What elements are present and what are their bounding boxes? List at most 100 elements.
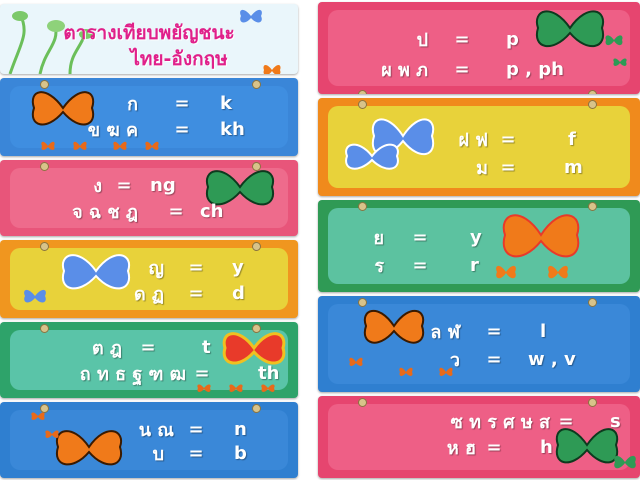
ring-hole bbox=[40, 162, 49, 171]
thai-letters: ง bbox=[93, 175, 102, 197]
title-panel: ตารางเทียบพยัญชนะ ไทย-อังกฤษ bbox=[0, 4, 298, 74]
roman-letters: h bbox=[540, 436, 553, 458]
equals-sign: = bbox=[194, 362, 210, 384]
roman-letters: ng bbox=[150, 174, 176, 196]
ring-hole bbox=[252, 242, 261, 251]
equals-sign: = bbox=[168, 200, 184, 222]
ring-hole bbox=[40, 242, 49, 251]
equals-sign: = bbox=[174, 118, 190, 140]
panel-s: ซ ท ร ศ ษ ส = s ห ฮ = h bbox=[318, 396, 640, 478]
roman-letters: y bbox=[232, 256, 244, 278]
roman-letters: k bbox=[220, 92, 232, 114]
equals-sign: = bbox=[188, 256, 204, 278]
ring-hole bbox=[588, 100, 597, 109]
thai-letters: ด ฏ bbox=[133, 283, 164, 305]
ring-hole bbox=[40, 324, 49, 333]
butterfly-icon bbox=[263, 65, 281, 74]
ring-hole bbox=[252, 80, 261, 89]
thai-letters: ว bbox=[449, 349, 460, 371]
butterfly-icon bbox=[240, 9, 262, 23]
row-f: ฝ ฟ = f bbox=[318, 128, 640, 151]
roman-letters: m bbox=[564, 156, 583, 178]
row-kh: ข ฆ ค = kh bbox=[0, 118, 298, 141]
right-chart: ป = p ผ พ ภ = p , ph ฝ ฟ = f ม = m ย = y… bbox=[318, 0, 640, 480]
ring-hole bbox=[588, 90, 597, 94]
ring-hole bbox=[358, 100, 367, 109]
thai-letters: ข ฆ ค bbox=[87, 119, 138, 141]
thai-letters: ผ พ ภ bbox=[381, 59, 428, 81]
roman-letters: b bbox=[234, 442, 247, 464]
equals-sign: = bbox=[454, 28, 470, 50]
row-ch: จ ฉ ช ฎ = ch bbox=[0, 200, 298, 223]
row-y-r: ย = y bbox=[318, 226, 640, 249]
panel-p: ป = p ผ พ ภ = p , ph bbox=[318, 2, 640, 94]
equals-sign: = bbox=[558, 410, 574, 432]
thai-letters: ย bbox=[373, 227, 384, 249]
equals-sign: = bbox=[486, 320, 502, 342]
equals-sign: = bbox=[188, 418, 204, 440]
row-s: ซ ท ร ศ ษ ส = s bbox=[318, 410, 640, 433]
row-t: ต ฎ = t bbox=[0, 336, 298, 359]
equals-sign: = bbox=[486, 436, 502, 458]
ring-hole bbox=[588, 298, 597, 307]
row-ph: ผ พ ภ = p , ph bbox=[318, 58, 640, 81]
roman-letters: l bbox=[540, 320, 547, 342]
ring-hole bbox=[252, 404, 261, 413]
left-chart: ตารางเทียบพยัญชนะ ไทย-อังกฤษ ก = k ข ฆ ค bbox=[0, 0, 298, 480]
thai-letters: ร bbox=[374, 255, 384, 277]
thai-letters: ซ ท ร ศ ษ ส bbox=[450, 411, 550, 433]
thai-letters: จ ฉ ช ฎ bbox=[72, 201, 138, 223]
panel-y: ญ = y ด ฏ = d bbox=[0, 240, 298, 318]
thai-letters: ต ฎ bbox=[91, 337, 122, 359]
roman-letters: p bbox=[506, 28, 519, 50]
equals-sign: = bbox=[486, 348, 502, 370]
roman-letters: f bbox=[568, 128, 576, 150]
row-h: ห ฮ = h bbox=[318, 436, 640, 459]
ring-hole bbox=[358, 202, 367, 211]
roman-letters: w , v bbox=[528, 348, 576, 370]
row-l: ล ฬ = l bbox=[318, 320, 640, 343]
thai-letters: ป bbox=[416, 29, 428, 51]
equals-sign: = bbox=[454, 58, 470, 80]
ring-hole bbox=[358, 90, 367, 94]
roman-letters: p , ph bbox=[506, 58, 564, 80]
roman-letters: y bbox=[470, 226, 482, 248]
row-b: บ = b bbox=[0, 442, 298, 465]
panel-y-r: ย = y ร = r bbox=[318, 200, 640, 292]
panel-t: ต ฎ = t ถ ท ธ ฐ ฑ ฒ = th bbox=[0, 322, 298, 398]
thai-letters: ห ฮ bbox=[446, 437, 476, 459]
row-ng: ง = ng bbox=[0, 174, 298, 197]
equals-sign: = bbox=[412, 226, 428, 248]
row-d: ด ฏ = d bbox=[0, 282, 298, 305]
roman-letters: s bbox=[610, 410, 621, 432]
row-n: น ณ = n bbox=[0, 418, 298, 441]
equals-sign: = bbox=[500, 156, 516, 178]
equals-sign: = bbox=[140, 336, 156, 358]
row-th: ถ ท ธ ฐ ฑ ฒ = th bbox=[0, 362, 298, 385]
row-w: ว = w , v bbox=[318, 348, 640, 371]
equals-sign: = bbox=[500, 128, 516, 150]
roman-letters: kh bbox=[220, 118, 245, 140]
panel-n: น ณ = n บ = b bbox=[0, 402, 298, 478]
roman-letters: d bbox=[232, 282, 245, 304]
panel-ng: ง = ng จ ฉ ช ฎ = ch bbox=[0, 160, 298, 236]
panel-k: ก = k ข ฆ ค = kh bbox=[0, 78, 298, 156]
roman-letters: n bbox=[234, 418, 247, 440]
thai-letters: ญ bbox=[148, 257, 164, 279]
row-r: ร = r bbox=[318, 254, 640, 277]
thai-letters: บ bbox=[152, 443, 164, 465]
row-m: ม = m bbox=[318, 156, 640, 179]
ring-hole bbox=[588, 202, 597, 211]
equals-sign: = bbox=[188, 442, 204, 464]
roman-letters: t bbox=[202, 336, 211, 358]
equals-sign: = bbox=[412, 254, 428, 276]
row-y: ญ = y bbox=[0, 256, 298, 279]
panel-l: ล ฬ = l ว = w , v bbox=[318, 296, 640, 392]
row-p: ป = p bbox=[318, 28, 640, 51]
equals-sign: = bbox=[188, 282, 204, 304]
equals-sign: = bbox=[174, 92, 190, 114]
equals-sign: = bbox=[116, 174, 132, 196]
roman-letters: r bbox=[470, 254, 479, 276]
thai-letters: ม bbox=[476, 157, 488, 179]
roman-letters: ch bbox=[200, 200, 224, 222]
